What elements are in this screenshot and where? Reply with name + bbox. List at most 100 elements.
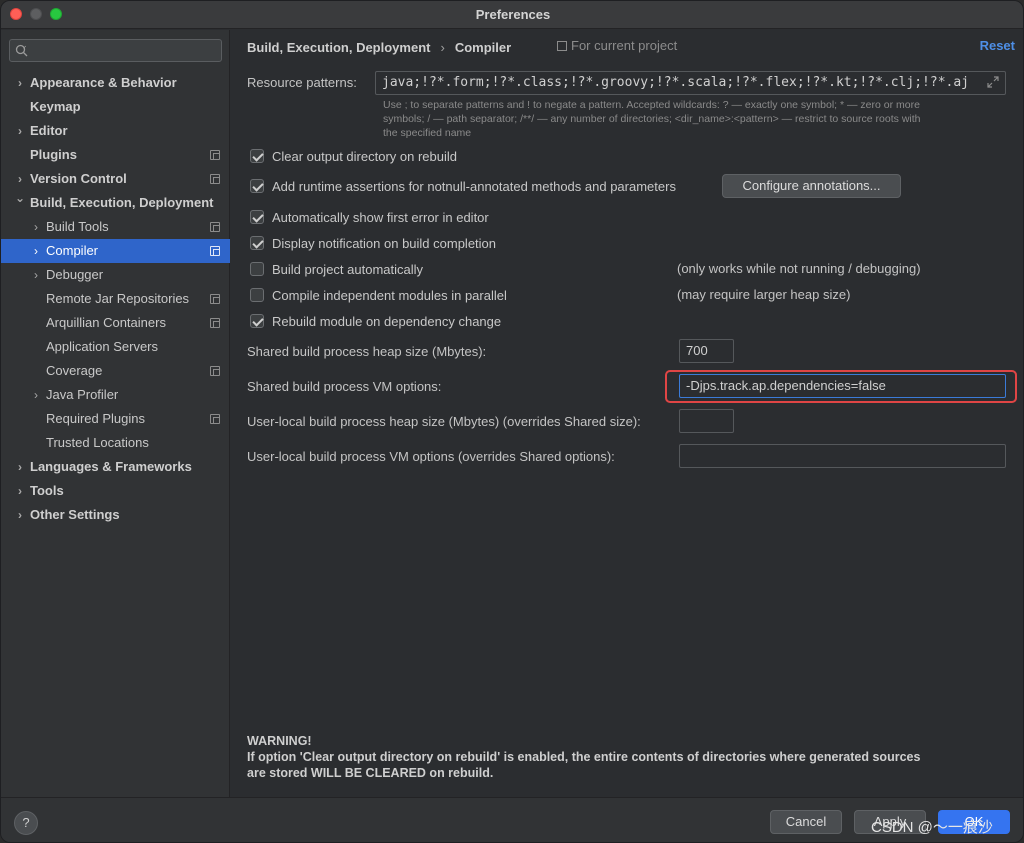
sidebar-item-java-profiler[interactable]: › Java Profiler [1,383,230,407]
checkbox-label: Clear output directory on rebuild [272,148,457,164]
sidebar-item-required-plugins[interactable]: Required Plugins [1,407,230,431]
chevron-right-icon[interactable]: › [14,479,26,503]
rebuild-warning: WARNING! If option 'Clear output directo… [247,733,1017,781]
chevron-right-icon[interactable]: › [30,215,42,239]
sidebar-item-build-tools[interactable]: › Build Tools [1,215,230,239]
checkbox-label: Compile independent modules in parallel [272,287,507,303]
project-scope-icon [210,150,220,160]
sidebar-item-label: Coverage [46,363,103,378]
option-checkbox-row[interactable]: Rebuild module on dependency change [250,312,501,330]
sidebar-item-label: Languages & Frameworks [30,459,192,474]
project-scope-icon [210,246,220,256]
hint-line: Use ; to separate patterns and ! to nega… [383,99,920,111]
sidebar-item-editor[interactable]: › Editor [1,119,230,143]
sidebar-item-label: Java Profiler [46,387,119,402]
sidebar-item-other-settings[interactable]: › Other Settings [1,503,230,527]
zoom-window-button[interactable] [50,8,62,20]
chevron-right-icon[interactable]: › [30,263,42,287]
checkbox[interactable] [250,262,264,276]
chevron-right-icon[interactable]: › [14,119,26,143]
reset-link[interactable]: Reset [980,38,1015,53]
sidebar-item-languages-frameworks[interactable]: › Languages & Frameworks [1,455,230,479]
resource-patterns-hint: Use ; to separate patterns and ! to nega… [383,98,1013,140]
sidebar-item-label: Application Servers [46,339,158,354]
shared-heap-label: Shared build process heap size (Mbytes): [247,344,487,359]
minimize-window-button[interactable] [30,8,42,20]
project-scope-icon [210,222,220,232]
warning-title: WARNING! [247,734,312,748]
checkbox[interactable] [250,210,264,224]
resource-patterns-field[interactable]: java;!?*.form;!?*.class;!?*.groovy;!?*.s… [375,71,1006,95]
project-scope-icon [210,174,220,184]
sidebar-item-plugins[interactable]: Plugins [1,143,230,167]
chevron-right-icon[interactable]: › [14,71,26,95]
sidebar-item-coverage[interactable]: Coverage [1,359,230,383]
checkbox-label: Display notification on build completion [272,235,497,251]
chevron-down-icon[interactable]: ⌄ [14,186,26,210]
help-button[interactable]: ? [14,811,38,835]
local-vm-options-input[interactable] [679,444,1006,468]
checkbox[interactable] [250,288,264,302]
cancel-button[interactable]: Cancel [770,810,842,834]
option-checkbox-row[interactable]: Automatically show first error in editor [250,208,489,226]
close-window-button[interactable] [10,8,22,20]
title-bar: Preferences [1,1,1023,29]
project-scope-icon [210,366,220,376]
sidebar-item-debugger[interactable]: › Debugger [1,263,230,287]
project-scope-icon [210,318,220,328]
sidebar-item-trusted-locations[interactable]: Trusted Locations [1,431,230,455]
breadcrumb-parent[interactable]: Build, Execution, Deployment [247,40,430,55]
checkbox-label: Build project automatically [272,261,424,277]
chevron-right-icon[interactable]: › [30,383,42,407]
sidebar-item-appearance-behavior[interactable]: › Appearance & Behavior [1,71,230,95]
chevron-right-icon[interactable]: › [14,503,26,527]
sidebar-item-label: Trusted Locations [46,435,149,450]
checkbox[interactable] [250,149,264,163]
shared-heap-input[interactable]: 700 [679,339,734,363]
sidebar-item-arquillian-containers[interactable]: Arquillian Containers [1,311,230,335]
breadcrumb-current: Compiler [454,39,512,55]
checkbox-label: Rebuild module on dependency change [272,313,502,329]
sidebar-item-label: Build Tools [46,219,109,234]
checkbox[interactable] [250,179,264,193]
sidebar-item-label: Required Plugins [46,411,146,426]
settings-search-input[interactable] [9,39,222,62]
configure-annotations-button[interactable]: Configure annotations... [722,174,901,198]
dialog-footer: ? Cancel Apply OK CSDN @～一痕沙 [1,797,1023,842]
option-checkbox-row[interactable]: Compile independent modules in parallel [250,286,507,304]
sidebar-item-application-servers[interactable]: Application Servers [1,335,230,359]
sidebar-item-keymap[interactable]: Keymap [1,95,230,119]
warning-text: are stored WILL BE CLEARED on rebuild. [247,766,494,780]
sidebar-item-label: Other Settings [30,507,120,522]
checkbox-label: Add runtime assertions for notnull-annot… [272,178,676,194]
chevron-right-icon[interactable]: › [30,239,42,263]
sidebar-item-version-control[interactable]: › Version Control [1,167,230,191]
window-title: Preferences [475,7,551,22]
sidebar-item-label: Editor [30,123,68,138]
expand-field-icon[interactable] [986,75,1000,89]
sidebar-item-label: Tools [30,483,64,498]
option-note: (may require larger heap size) [677,287,851,302]
option-checkbox-row[interactable]: Clear output directory on rebuild [250,147,457,165]
sidebar-item-build-execution-deployment[interactable]: ⌄ Build, Execution, Deployment [1,191,230,215]
project-scope-icon [557,40,567,51]
chevron-right-icon[interactable]: › [14,455,26,479]
local-heap-label: User-local build process heap size (Mbyt… [247,414,641,429]
resource-patterns-value: java;!?*.form;!?*.class;!?*.groovy;!?*.s… [382,75,969,90]
shared-vm-options-input[interactable]: -Djps.track.ap.dependencies=false [679,374,1006,398]
checkbox[interactable] [250,236,264,250]
checkbox[interactable] [250,314,264,328]
scope-label: For current project [571,38,678,53]
local-heap-input[interactable] [679,409,734,433]
option-checkbox-row[interactable]: Build project automatically [250,260,423,278]
sidebar-item-remote-jar-repositories[interactable]: Remote Jar Repositories [1,287,230,311]
sidebar-item-tools[interactable]: › Tools [1,479,230,503]
sidebar-item-compiler[interactable]: › Compiler [1,239,230,263]
sidebar-item-label: Build, Execution, Deployment [30,195,214,210]
sidebar-item-label: Version Control [30,171,127,186]
hint-line: symbols; / — path separator; /**/ — any … [383,113,921,125]
option-checkbox-row[interactable]: Display notification on build completion [250,234,496,252]
breadcrumb: Build, Execution, Deployment › Compiler [247,38,511,56]
option-checkbox-row[interactable]: Add runtime assertions for notnull-annot… [250,177,676,195]
sidebar-item-label: Remote Jar Repositories [46,291,190,306]
